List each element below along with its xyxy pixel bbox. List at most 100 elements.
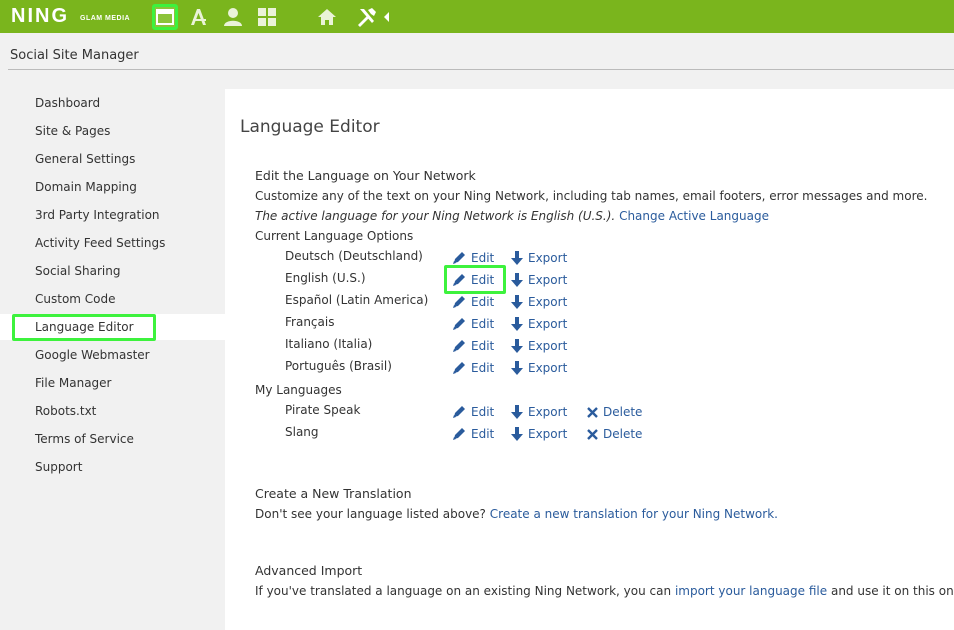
- language-name-italiano: Italiano (Italia): [285, 337, 373, 351]
- sidebar-item-3rd-party-integration[interactable]: 3rd Party Integration: [0, 202, 225, 228]
- pencil-icon: [453, 252, 465, 264]
- main-panel: Language Editor Edit the Language on You…: [225, 89, 954, 630]
- sidebar-item-dashboard[interactable]: Dashboard: [0, 90, 225, 116]
- tools-icon[interactable]: [354, 4, 380, 30]
- features-icon[interactable]: [254, 4, 280, 30]
- edit-label: Edit: [471, 339, 495, 353]
- page-header-title: Social Site Manager: [10, 48, 139, 63]
- sidebar-item-label: File Manager: [35, 376, 112, 390]
- edit-link-francais[interactable]: Edit: [452, 317, 494, 331]
- create-section-text: Don't see your language listed above?: [255, 507, 486, 521]
- edit-label: Edit: [471, 251, 495, 265]
- sidebar-item-label: Dashboard: [35, 96, 101, 110]
- top-bar: NING GLAM MEDIA: [0, 0, 954, 33]
- chevron-left-icon[interactable]: [381, 4, 393, 30]
- edit-link-espanol[interactable]: Edit: [452, 295, 494, 309]
- import-text-after: and use it on this one.: [830, 584, 954, 598]
- sidebar-item-site-pages[interactable]: Site & Pages: [0, 118, 225, 144]
- sidebar-item-support[interactable]: Support: [0, 454, 225, 480]
- edit-link-pirate-speak[interactable]: Edit: [452, 405, 494, 419]
- sidebar-item-file-manager[interactable]: File Manager: [0, 370, 225, 396]
- edit-label: Edit: [471, 361, 495, 375]
- export-label: Export: [528, 405, 568, 419]
- export-link-portugues[interactable]: Export: [511, 361, 567, 375]
- download-arrow-icon: [511, 317, 523, 331]
- download-arrow-icon: [511, 273, 523, 287]
- export-label: Export: [528, 295, 568, 309]
- sidebar-item-terms-of-service[interactable]: Terms of Service: [0, 426, 225, 452]
- page-title: Language Editor: [240, 117, 380, 137]
- export-label: Export: [528, 317, 568, 331]
- language-name-portugues: Português (Brasil): [285, 359, 392, 373]
- language-name-slang: Slang: [285, 425, 319, 439]
- active-language-line: The active language for your Ning Networ…: [255, 209, 769, 223]
- edit-section-description: Customize any of the text on your Ning N…: [255, 189, 928, 203]
- sidebar-item-custom-code[interactable]: Custom Code: [0, 286, 225, 312]
- import-section-title: Advanced Import: [255, 563, 363, 578]
- export-link-slang[interactable]: Export: [511, 427, 567, 441]
- import-text-before: If you've translated a language on an ex…: [255, 584, 672, 598]
- export-link-francais[interactable]: Export: [511, 317, 567, 331]
- export-link-italiano[interactable]: Export: [511, 339, 567, 353]
- language-name-francais: Français: [285, 315, 335, 329]
- export-label: Export: [528, 339, 568, 353]
- language-name-english: English (U.S.): [285, 271, 366, 285]
- edit-label: Edit: [471, 273, 495, 287]
- sidebar-item-label: Custom Code: [35, 292, 116, 306]
- create-section-title: Create a New Translation: [255, 486, 412, 501]
- sidebar-item-language-editor[interactable]: Language Editor: [0, 314, 225, 341]
- current-language-options-title: Current Language Options: [255, 229, 414, 243]
- create-translation-link[interactable]: Create a new translation for your Ning N…: [490, 507, 778, 521]
- export-link-deutsch[interactable]: Export: [511, 251, 567, 265]
- edit-label: Edit: [471, 427, 495, 441]
- edit-label: Edit: [471, 405, 495, 419]
- sidebar-item-label: Terms of Service: [35, 432, 134, 446]
- export-link-pirate-speak[interactable]: Export: [511, 405, 567, 419]
- sidebar-item-label: Robots.txt: [35, 404, 97, 418]
- edit-section-title: Edit the Language on Your Network: [255, 168, 476, 183]
- import-language-file-link[interactable]: import your language file: [675, 584, 827, 598]
- pencil-icon: [453, 274, 465, 286]
- sidebar-item-label: Activity Feed Settings: [35, 236, 166, 250]
- pencil-icon: [453, 340, 465, 352]
- import-section-line: If you've translated a language on an ex…: [255, 584, 954, 598]
- delete-label: Delete: [603, 405, 643, 419]
- language-name-espanol: Español (Latin America): [285, 293, 429, 307]
- delete-x-icon: [587, 406, 598, 418]
- pencil-icon: [453, 428, 465, 440]
- home-icon[interactable]: [314, 4, 340, 30]
- sidebar-item-label: Language Editor: [35, 320, 134, 334]
- export-label: Export: [528, 273, 568, 287]
- download-arrow-icon: [511, 251, 523, 265]
- edit-link-portugues[interactable]: Edit: [452, 361, 494, 375]
- delete-link-pirate-speak[interactable]: Delete: [587, 405, 642, 419]
- sidebar-item-robots-txt[interactable]: Robots.txt: [0, 398, 225, 424]
- edit-link-deutsch[interactable]: Edit: [452, 251, 494, 265]
- download-arrow-icon: [511, 361, 523, 375]
- ning-logo[interactable]: NING: [11, 6, 69, 26]
- sidebar-item-label: Site & Pages: [35, 124, 111, 138]
- appearance-icon[interactable]: [186, 4, 212, 30]
- sidebar-item-general-settings[interactable]: General Settings: [0, 146, 225, 172]
- change-active-language-link[interactable]: Change Active Language: [619, 209, 769, 223]
- export-label: Export: [528, 427, 568, 441]
- export-link-english[interactable]: Export: [511, 273, 567, 287]
- download-arrow-icon: [511, 427, 523, 441]
- edit-link-english[interactable]: Edit: [452, 273, 494, 287]
- profile-icon[interactable]: [220, 4, 246, 30]
- edit-link-slang[interactable]: Edit: [452, 427, 494, 441]
- sidebar-item-google-webmaster[interactable]: Google Webmaster: [0, 342, 225, 368]
- edit-link-italiano[interactable]: Edit: [452, 339, 494, 353]
- export-link-espanol[interactable]: Export: [511, 295, 567, 309]
- sidebar-item-label: Support: [35, 460, 83, 474]
- header-divider: [8, 69, 954, 70]
- sidebar-item-activity-feed-settings[interactable]: Activity Feed Settings: [0, 230, 225, 256]
- pencil-icon: [453, 362, 465, 374]
- sidebar-item-label: General Settings: [35, 152, 136, 166]
- window-icon[interactable]: [152, 4, 178, 30]
- edit-label: Edit: [471, 295, 495, 309]
- sidebar-item-social-sharing[interactable]: Social Sharing: [0, 258, 225, 284]
- delete-link-slang[interactable]: Delete: [587, 427, 642, 441]
- sidebar-item-domain-mapping[interactable]: Domain Mapping: [0, 174, 225, 200]
- language-name-deutsch: Deutsch (Deutschland): [285, 249, 423, 263]
